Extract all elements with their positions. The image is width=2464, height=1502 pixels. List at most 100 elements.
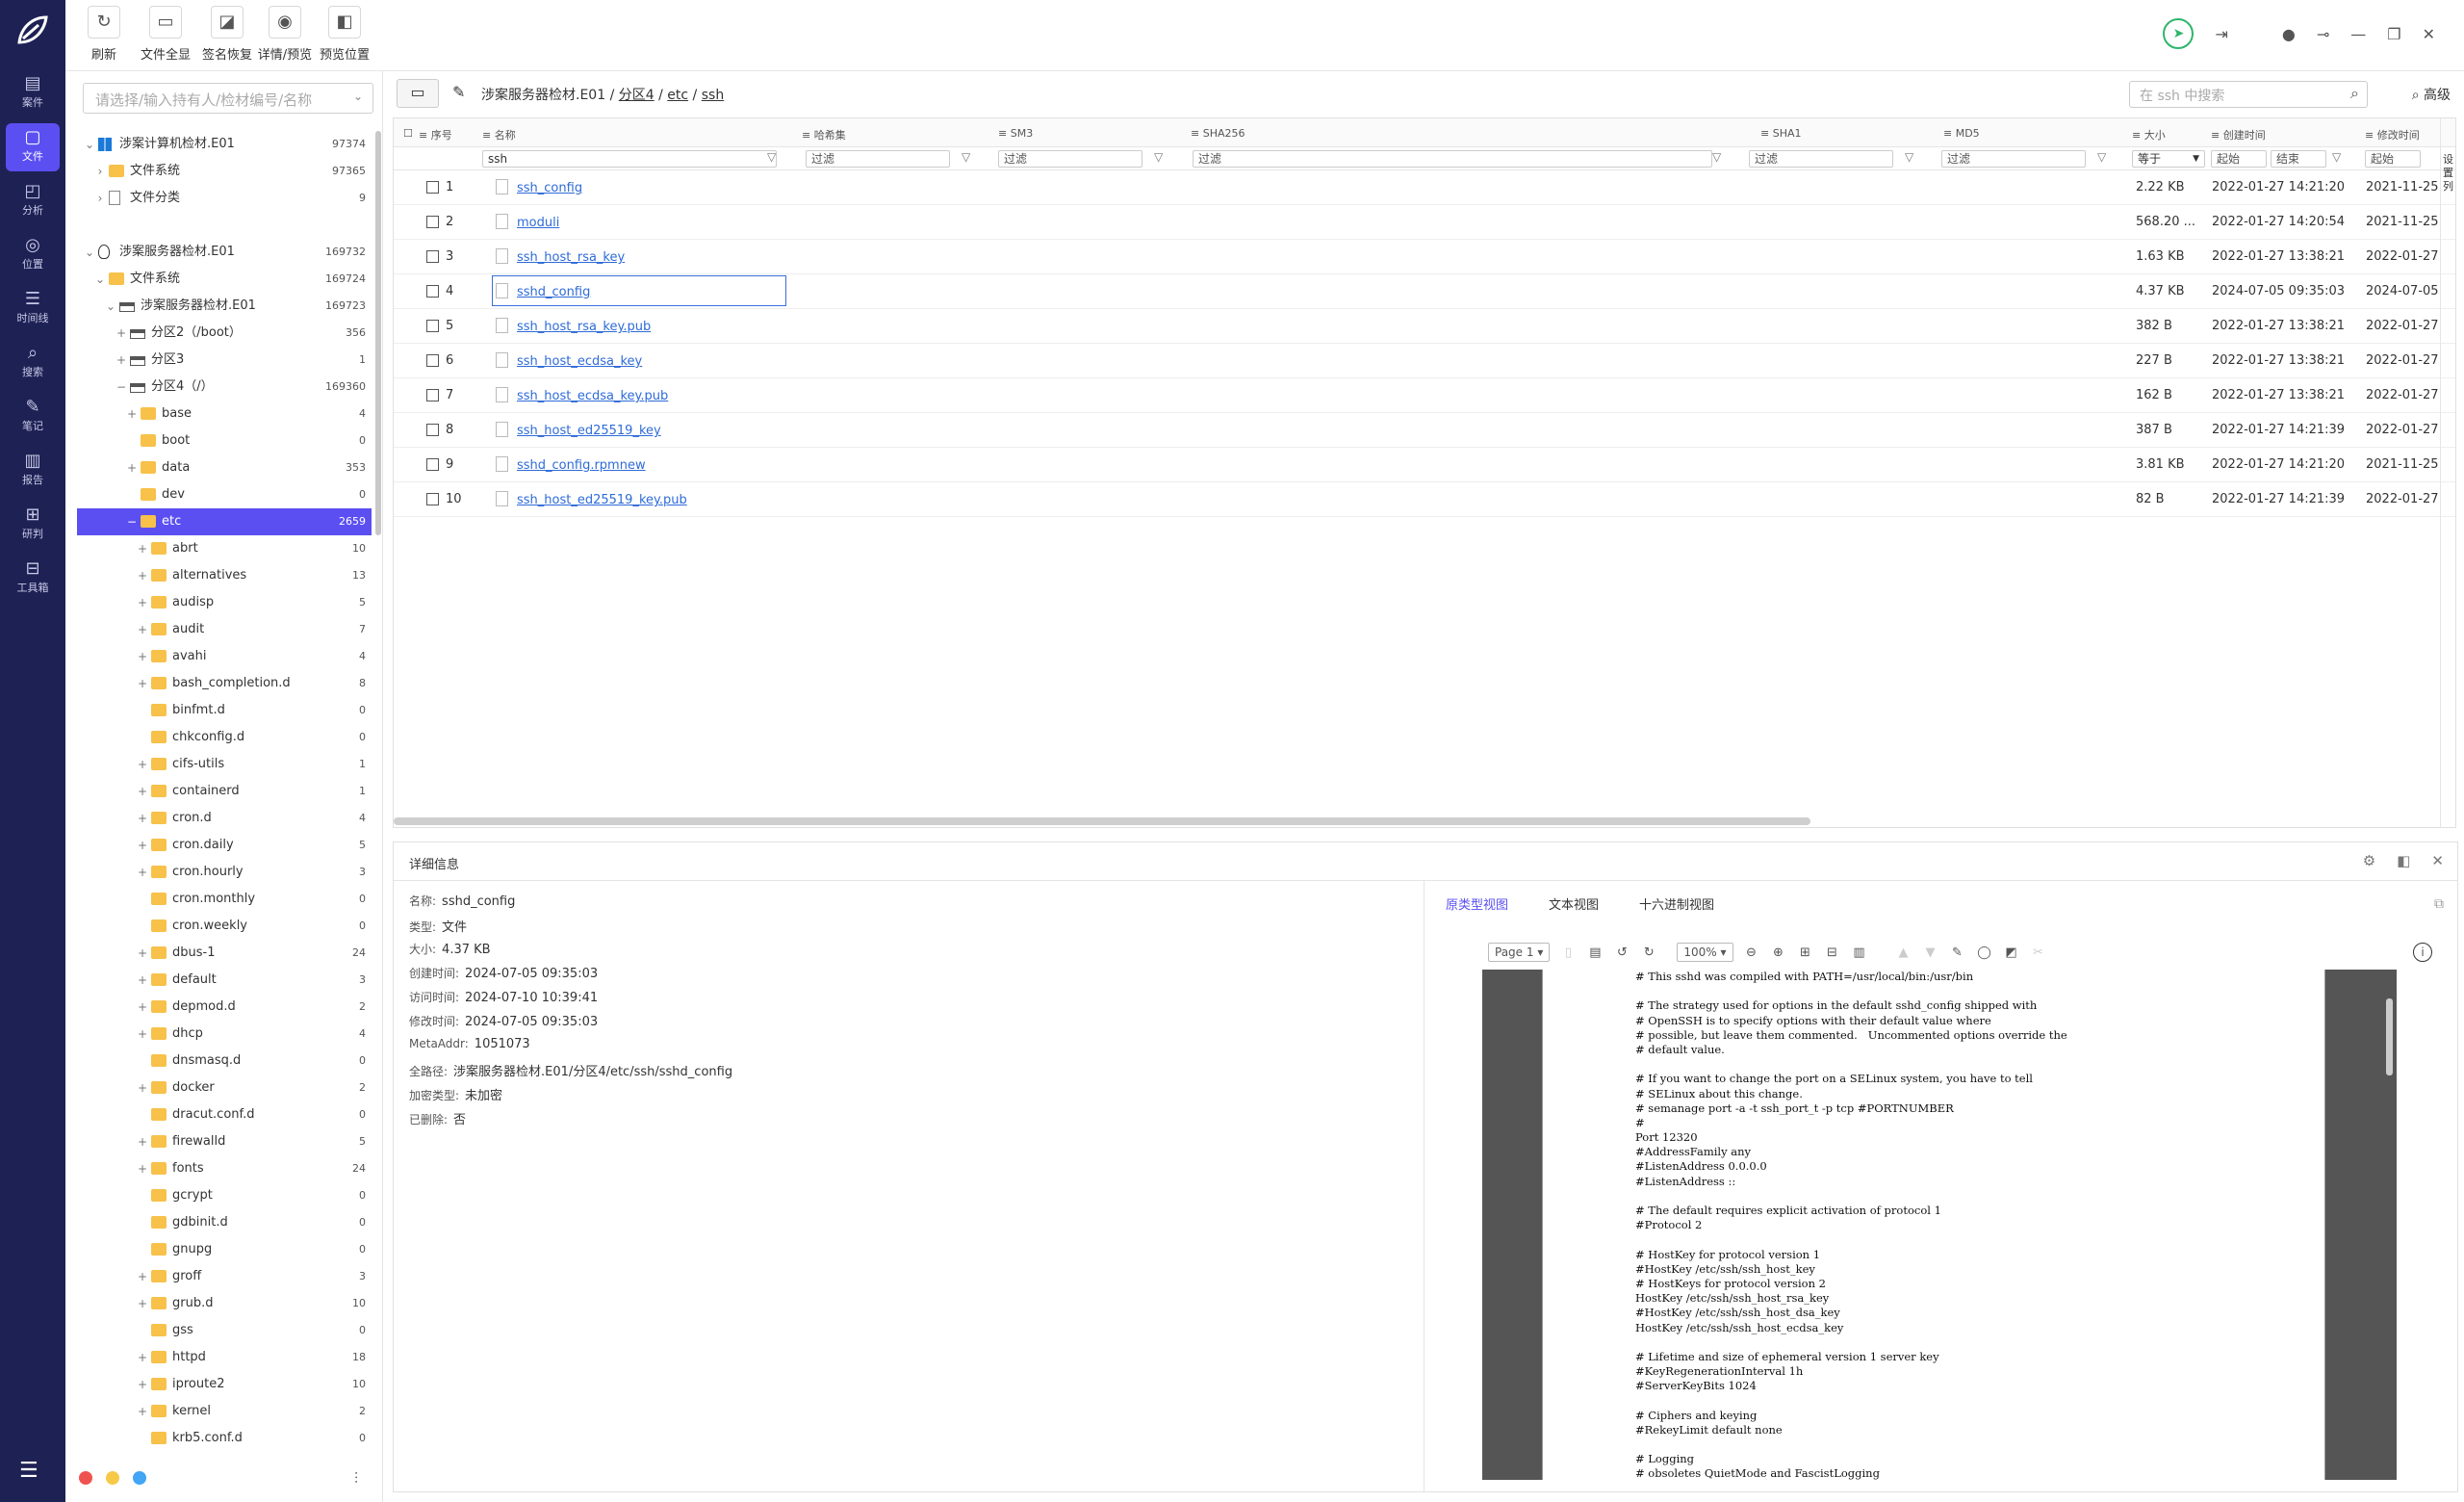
- expand-toggle-icon[interactable]: +: [125, 401, 139, 427]
- edit-path-icon[interactable]: ✎: [452, 83, 465, 101]
- expand-toggle-icon[interactable]: +: [136, 1155, 149, 1182]
- nav-item-3[interactable]: ◎ 位置: [6, 231, 60, 279]
- nav-item-8[interactable]: ⊞ 研判: [6, 501, 60, 549]
- fit-page-icon[interactable]: ⊞: [1797, 945, 1814, 960]
- filter-icon[interactable]: ▽: [767, 150, 776, 164]
- col-index[interactable]: ≡ 序号: [419, 127, 452, 142]
- comment-icon[interactable]: ◯: [1976, 945, 1993, 960]
- viewer-tab[interactable]: 文本视图: [1549, 894, 1599, 913]
- tree-node[interactable]: + containerd 1: [77, 778, 372, 805]
- file-name-link[interactable]: ssh_host_rsa_key: [517, 250, 625, 265]
- tree-node[interactable]: cron.monthly 0: [77, 886, 372, 913]
- col-md5[interactable]: ≡ MD5: [1943, 127, 1980, 140]
- row-checkbox[interactable]: [426, 250, 439, 263]
- row-checkbox[interactable]: [426, 424, 439, 436]
- tree-node[interactable]: + grub.d 10: [77, 1290, 372, 1317]
- file-name-link[interactable]: moduli: [517, 216, 559, 230]
- tree-node[interactable]: + base 4: [77, 401, 372, 427]
- prev-page-icon[interactable]: ▯: [1559, 945, 1577, 960]
- arrow-up-icon[interactable]: ▲: [1895, 945, 1912, 960]
- tree-node[interactable]: krb5.conf.d 0: [77, 1425, 372, 1452]
- user-icon[interactable]: ●: [2282, 25, 2296, 43]
- tree-node[interactable]: + audit 7: [77, 616, 372, 643]
- nav-item-6[interactable]: ✎ 笔记: [6, 393, 60, 441]
- tree-node[interactable]: + 分区2（/boot） 356: [77, 320, 372, 347]
- col-size[interactable]: ≡ 大小: [2132, 127, 2166, 142]
- tree-options-icon[interactable]: ⫶: [354, 1469, 358, 1489]
- tree-node[interactable]: + abrt 10: [77, 535, 372, 562]
- close-icon[interactable]: ✕: [2423, 25, 2435, 43]
- tree-node[interactable]: − 分区4（/） 169360: [77, 374, 372, 401]
- tree-node[interactable]: − etc 2659: [77, 508, 372, 535]
- table-row[interactable]: 3 ssh_host_rsa_key 1.63 KB 2022-01-27 13:38…: [394, 240, 2455, 274]
- info-icon[interactable]: i: [2413, 943, 2432, 962]
- expand-toggle-icon[interactable]: +: [136, 1398, 149, 1425]
- col-ctime[interactable]: ≡ 创建时间: [2211, 127, 2266, 142]
- file-name-link[interactable]: ssh_host_ed25519_key.pub: [517, 493, 687, 507]
- tree-node[interactable]: + kernel 2: [77, 1398, 372, 1425]
- tree-node[interactable]: dracut.conf.d 0: [77, 1101, 372, 1128]
- expand-toggle-icon[interactable]: +: [136, 1021, 149, 1048]
- expand-toggle-icon[interactable]: ›: [93, 185, 107, 212]
- nav-item-4[interactable]: ☰ 时间线: [6, 285, 60, 333]
- expand-toggle-icon[interactable]: +: [136, 805, 149, 832]
- file-name-link[interactable]: sshd_config.rpmnew: [517, 458, 646, 473]
- file-name-link[interactable]: ssh_host_ecdsa_key: [517, 354, 642, 369]
- row-checkbox[interactable]: [426, 181, 439, 194]
- filter-icon[interactable]: ▽: [2097, 150, 2106, 164]
- tree-node[interactable]: + groff 3: [77, 1263, 372, 1290]
- rotate-right-icon[interactable]: ↻: [1640, 945, 1657, 960]
- expand-toggle-icon[interactable]: +: [136, 967, 149, 994]
- expand-toggle-icon[interactable]: +: [136, 589, 149, 616]
- tree-node[interactable]: + fonts 24: [77, 1155, 372, 1182]
- close-icon[interactable]: ✕: [2431, 852, 2444, 869]
- expand-toggle-icon[interactable]: +: [115, 347, 128, 374]
- expand-toggle-icon[interactable]: +: [136, 1263, 149, 1290]
- col-mtime[interactable]: ≡ 修改时间: [2365, 127, 2420, 142]
- expand-toggle-icon[interactable]: +: [136, 535, 149, 562]
- expand-toggle-icon[interactable]: +: [136, 994, 149, 1021]
- expand-toggle-icon[interactable]: +: [136, 562, 149, 589]
- tree-node[interactable]: + httpd 18: [77, 1344, 372, 1371]
- yellow-status-dot[interactable]: [106, 1471, 119, 1485]
- row-checkbox[interactable]: [426, 320, 439, 332]
- tree-node[interactable]: dev 0: [77, 481, 372, 508]
- expand-toggle-icon[interactable]: +: [136, 1371, 149, 1398]
- zoom-out-icon[interactable]: ⊖: [1743, 945, 1760, 960]
- filter-icon[interactable]: ▽: [1154, 150, 1163, 164]
- md5-filter-input[interactable]: 过滤: [1941, 150, 2086, 168]
- expand-toggle-icon[interactable]: ⌄: [83, 239, 96, 266]
- popout-icon[interactable]: ⧉: [2434, 896, 2444, 912]
- row-checkbox[interactable]: [426, 354, 439, 367]
- single-page-icon[interactable]: ▥: [1851, 945, 1868, 960]
- tree-node[interactable]: dnsmasq.d 0: [77, 1048, 372, 1075]
- ctime-start-input[interactable]: 起始: [2211, 150, 2267, 168]
- tree-node[interactable]: gdbinit.d 0: [77, 1209, 372, 1236]
- expand-toggle-icon[interactable]: +: [115, 320, 128, 347]
- document-icon[interactable]: ▤: [1586, 945, 1604, 960]
- table-row[interactable]: 9 sshd_config.rpmnew 3.81 KB 2022-01-27 14:…: [394, 448, 2455, 482]
- tree-node[interactable]: + 分区3 1: [77, 347, 372, 374]
- tree-node[interactable]: gcrypt 0: [77, 1182, 372, 1209]
- col-sha256[interactable]: ≡ SHA256: [1191, 127, 1245, 140]
- viewer-tab[interactable]: 原类型视图: [1446, 894, 1508, 913]
- viewer-tab[interactable]: 十六进制视图: [1639, 894, 1714, 913]
- column-settings-tab[interactable]: 设置列: [2440, 118, 2455, 827]
- tree-node[interactable]: + dbus-1 24: [77, 940, 372, 967]
- preview-position-button[interactable]: ◧ 预览位置: [314, 6, 375, 63]
- tree-node[interactable]: ⌄ 涉案服务器检材.E01 169732: [77, 239, 372, 266]
- fit-width-icon[interactable]: ⊟: [1824, 945, 1841, 960]
- expand-toggle-icon[interactable]: +: [136, 1344, 149, 1371]
- refresh-button[interactable]: ↻ 刷新: [73, 6, 135, 63]
- tree-node[interactable]: ⌄ 文件系统 169724: [77, 266, 372, 293]
- zoom-in-icon[interactable]: ⊕: [1770, 945, 1787, 960]
- tree-node[interactable]: gnupg 0: [77, 1236, 372, 1263]
- tree-node[interactable]: + depmod.d 2: [77, 994, 372, 1021]
- expand-toggle-icon[interactable]: ⌄: [83, 131, 96, 158]
- table-row[interactable]: 8 ssh_host_ed25519_key 387 B 2022-01-27 14:…: [394, 413, 2455, 448]
- arrow-down-icon[interactable]: ▼: [1922, 945, 1939, 960]
- tree-node[interactable]: + dhcp 4: [77, 1021, 372, 1048]
- table-row[interactable]: 4 sshd_config 4.37 KB 2024-07-05 09:35:03 20…: [394, 274, 2455, 309]
- advanced-search-button[interactable]: ⌕ 高级: [2412, 85, 2451, 104]
- red-status-dot[interactable]: [79, 1471, 92, 1485]
